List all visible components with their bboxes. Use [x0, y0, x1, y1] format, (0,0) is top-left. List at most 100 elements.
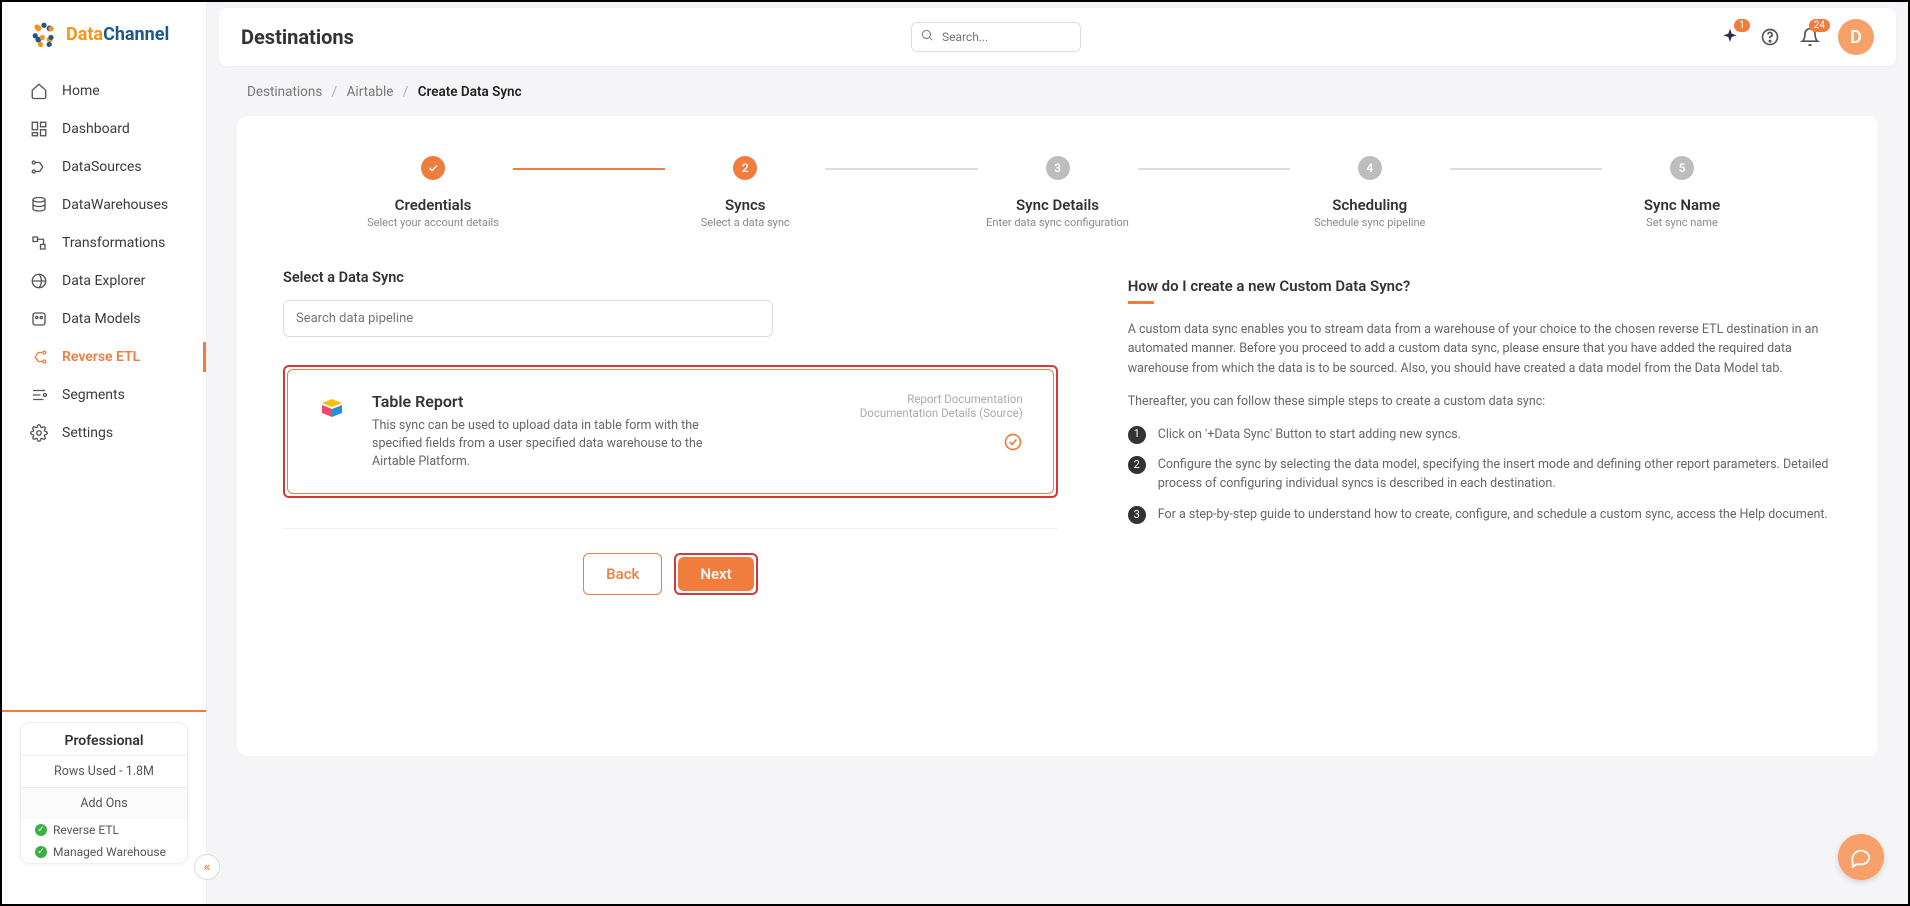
breadcrumb-link[interactable]: Destinations	[247, 84, 322, 100]
plan-addon-item: ✓Managed Warehouse	[21, 841, 187, 863]
step-scheduling[interactable]: 4 Scheduling Schedule sync pipeline	[1290, 156, 1450, 229]
next-button[interactable]: Next	[678, 557, 753, 591]
sync-card-table-report[interactable]: Table Report This sync can be used to up…	[287, 369, 1054, 494]
sidebar-item-home[interactable]: Home	[2, 72, 206, 110]
avatar[interactable]: D	[1838, 19, 1874, 55]
global-search	[911, 22, 1081, 52]
gear-icon	[30, 424, 48, 442]
help-step-item: 2Configure the sync by selecting the dat…	[1128, 456, 1832, 494]
sidebar-item-label: Data Explorer	[62, 273, 145, 289]
sidebar-item-settings[interactable]: Settings	[2, 414, 206, 452]
datasources-icon	[30, 158, 48, 176]
sidebar-collapse-button[interactable]: «	[194, 854, 220, 880]
home-icon	[30, 82, 48, 100]
help-icon-button[interactable]	[1758, 25, 1782, 49]
step-subtitle: Select a data sync	[701, 216, 790, 229]
content-card: Credentials Select your account details …	[237, 116, 1878, 756]
sparkle-icon-button[interactable]: 1	[1718, 25, 1742, 49]
page-title: Destinations	[241, 25, 354, 49]
sidebar-item-datasources[interactable]: DataSources	[2, 148, 206, 186]
step-title: Credentials	[395, 196, 472, 214]
step-title: Syncs	[725, 196, 766, 214]
logo[interactable]: DataChannel	[2, 2, 206, 64]
topbar: Destinations 1 24 D	[219, 8, 1896, 66]
sidebar-item-reverseetl[interactable]: Reverse ETL	[2, 338, 206, 376]
sidebar-item-datamodels[interactable]: Data Models	[2, 300, 206, 338]
sync-card-title: Table Report	[372, 392, 732, 411]
section-title: Select a Data Sync	[283, 269, 1058, 286]
step-circle: 5	[1670, 156, 1694, 180]
step-title: Sync Details	[1016, 196, 1099, 214]
help-icon	[1760, 27, 1780, 47]
step-syncdetails[interactable]: 3 Sync Details Enter data sync configura…	[978, 156, 1138, 229]
help-body: A custom data sync enables you to stream…	[1128, 320, 1832, 378]
sidebar-item-label: Transformations	[62, 235, 165, 251]
topbar-right: 1 24 D	[1718, 19, 1874, 55]
plan-title: Professional	[21, 723, 187, 755]
bell-badge: 24	[1809, 19, 1830, 32]
sidebar-item-dashboard[interactable]: Dashboard	[2, 110, 206, 148]
step-subtitle: Set sync name	[1646, 216, 1718, 229]
chevron-left-icon: «	[204, 860, 211, 875]
step-circle: 3	[1046, 156, 1070, 180]
sync-card-body: Table Report This sync can be used to up…	[372, 392, 732, 471]
step-subtitle: Enter data sync configuration	[986, 216, 1129, 229]
main: Destinations 1 24 D Destinations / Airta…	[207, 2, 1908, 904]
help-steps-list: 1Click on '+Data Sync' Button to start a…	[1128, 426, 1832, 525]
step-connector	[1138, 168, 1290, 170]
step-subtitle: Select your account details	[367, 216, 499, 229]
sidebar-item-label: DataSources	[62, 159, 142, 175]
breadcrumb: Destinations / Airtable / Create Data Sy…	[207, 66, 1908, 110]
sidebar-plan-section: Professional Rows Used - 1.8M Add Ons ✓R…	[2, 710, 206, 904]
logo-text: DataChannel	[66, 24, 169, 45]
syncs-column: Select a Data Sync Table Report This syn…	[283, 269, 1058, 595]
step-connector	[825, 168, 977, 170]
sidebar-item-label: Home	[62, 83, 100, 99]
step-connector	[513, 168, 665, 170]
dashboard-icon	[30, 120, 48, 138]
step-credentials[interactable]: Credentials Select your account details	[353, 156, 513, 229]
sync-card-desc: This sync can be used to upload data in …	[372, 417, 732, 471]
help-step-item: 3For a step-by-step guide to understand …	[1128, 506, 1832, 525]
sidebar-item-label: Segments	[62, 387, 125, 403]
bell-icon-button[interactable]: 24	[1798, 25, 1822, 49]
sidebar: DataChannel Home Dashboard DataSources D…	[2, 2, 207, 904]
segments-icon	[30, 386, 48, 404]
search-icon	[920, 28, 934, 46]
sidebar-item-label: DataWarehouses	[62, 197, 168, 213]
search-input[interactable]	[911, 22, 1081, 52]
check-icon: ✓	[35, 846, 47, 858]
step-circle: 2	[733, 156, 757, 180]
step-syncname[interactable]: 5 Sync Name Set sync name	[1602, 156, 1762, 229]
step-title: Sync Name	[1644, 196, 1720, 214]
report-doc-link[interactable]: Report Documentation	[860, 392, 1023, 406]
nav: Home Dashboard DataSources DataWarehouse…	[2, 64, 206, 460]
button-row: Back Next	[283, 553, 1058, 595]
check-icon: ✓	[35, 824, 47, 836]
stepper: Credentials Select your account details …	[353, 156, 1762, 229]
help-step-item: 1Click on '+Data Sync' Button to start a…	[1128, 426, 1832, 445]
explorer-icon	[30, 272, 48, 290]
sidebar-item-label: Data Models	[62, 311, 141, 327]
sidebar-item-segments[interactable]: Segments	[2, 376, 206, 414]
pipeline-search-input[interactable]	[283, 300, 773, 337]
help-title: How do I create a new Custom Data Sync?	[1128, 277, 1832, 295]
step-subtitle: Schedule sync pipeline	[1314, 216, 1425, 229]
help-divider	[1128, 301, 1154, 304]
sidebar-item-datawarehouses[interactable]: DataWarehouses	[2, 186, 206, 224]
sidebar-item-label: Settings	[62, 425, 113, 441]
chat-fab-button[interactable]	[1838, 834, 1884, 880]
next-button-highlight: Next	[674, 553, 757, 595]
models-icon	[30, 310, 48, 328]
help-column: How do I create a new Custom Data Sync? …	[1128, 269, 1832, 537]
step-circle	[421, 156, 445, 180]
step-number-badge: 1	[1128, 426, 1146, 444]
selected-check-icon	[1003, 432, 1023, 452]
source-doc-link[interactable]: Documentation Details (Source)	[860, 406, 1023, 420]
sidebar-item-dataexplorer[interactable]: Data Explorer	[2, 262, 206, 300]
back-button[interactable]: Back	[583, 553, 662, 595]
breadcrumb-link[interactable]: Airtable	[347, 84, 394, 100]
sidebar-item-transformations[interactable]: Transformations	[2, 224, 206, 262]
breadcrumb-current: Create Data Sync	[418, 84, 522, 100]
step-syncs[interactable]: 2 Syncs Select a data sync	[665, 156, 825, 229]
